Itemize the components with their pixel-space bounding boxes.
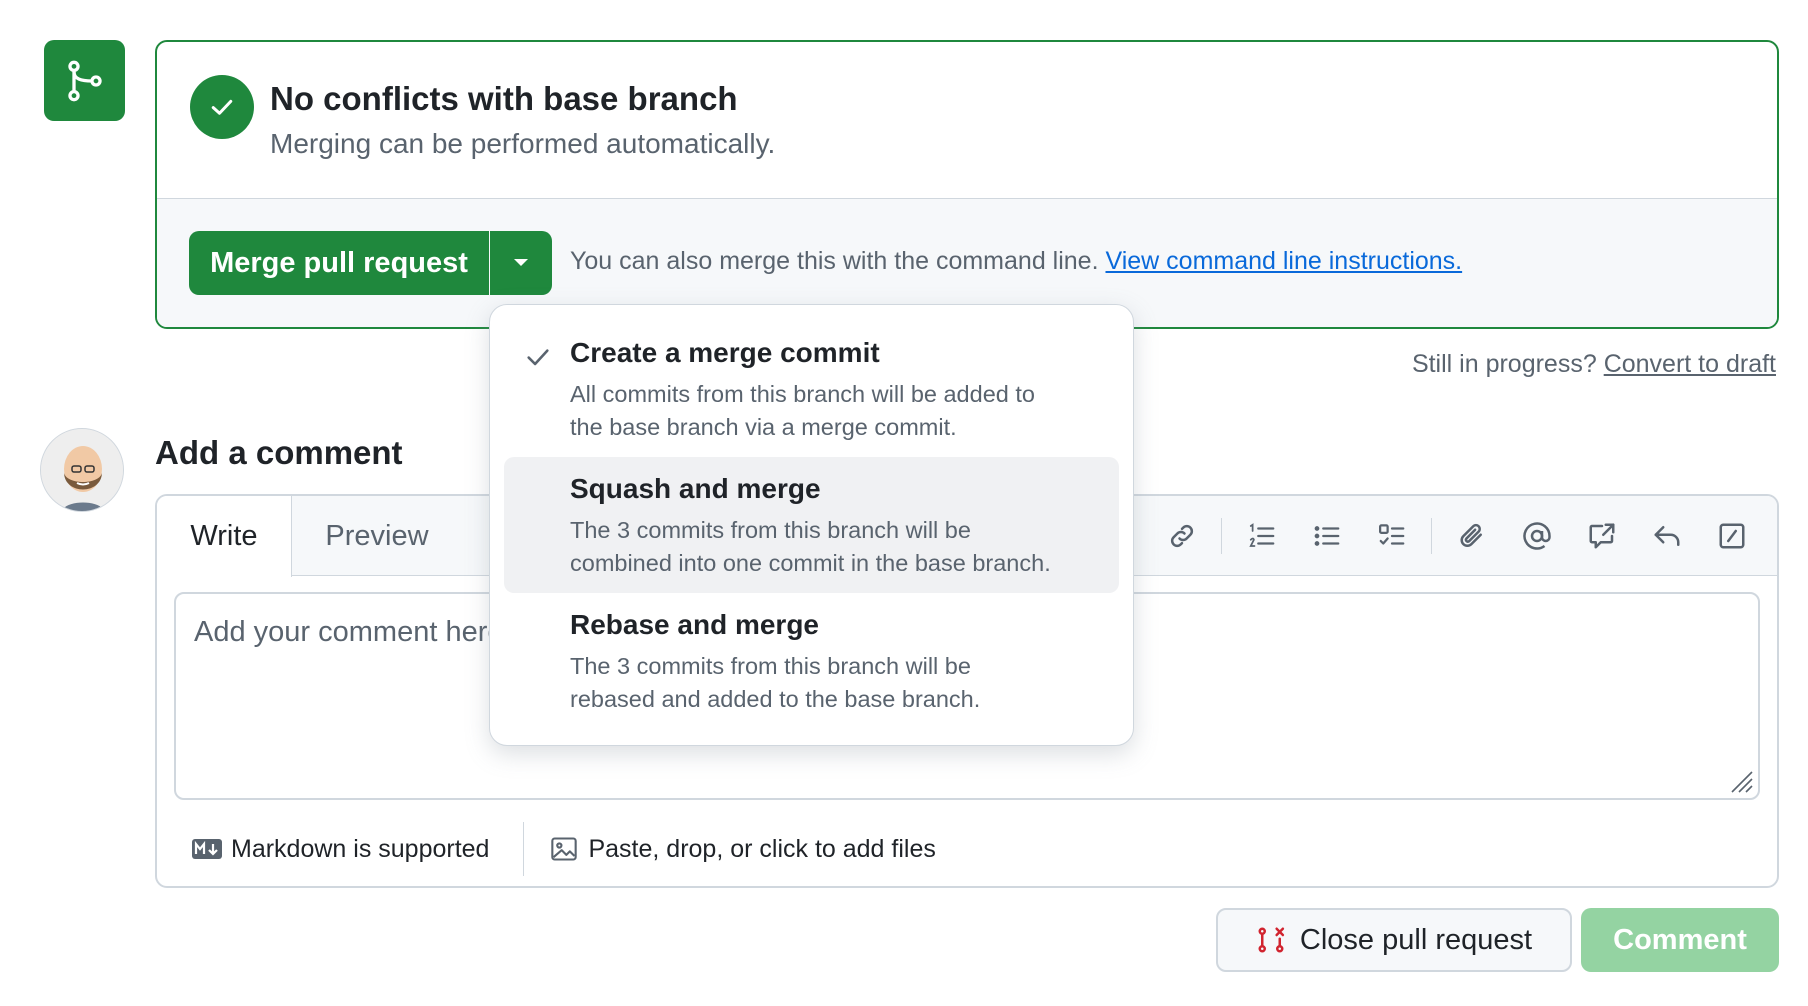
merge-pull-request-button[interactable]: Merge pull request [189, 231, 489, 295]
markdown-toolbar [1142, 512, 1757, 560]
avatar[interactable] [40, 428, 124, 512]
merge-option-title: Squash and merge [570, 473, 821, 504]
merge-method-dropdown-button[interactable] [490, 231, 552, 295]
check-icon [527, 349, 549, 366]
link-icon[interactable] [1157, 512, 1207, 560]
merge-option-description-line: combined into one commit in the base bra… [570, 550, 1051, 576]
command-line-hint-text: You can also merge this with the command… [570, 247, 1106, 275]
markdown-supported-note[interactable]: Markdown is supported [231, 835, 489, 864]
merge-option-description-line: The 3 commits from this branch will be [570, 517, 971, 543]
merge-option-description: The 3 commits from this branch will be c… [570, 514, 1099, 580]
comment-submit-button[interactable]: Comment [1581, 908, 1779, 972]
command-line-instructions-link[interactable]: View command line instructions. [1105, 247, 1462, 275]
cross-reference-icon[interactable] [1577, 512, 1627, 560]
command-line-hint: You can also merge this with the command… [570, 247, 1462, 276]
convert-to-draft-row: Still in progress? Convert to draft [1412, 350, 1776, 379]
close-pull-request-button[interactable]: Close pull request [1216, 908, 1572, 972]
merge-option-title: Create a merge commit [570, 337, 880, 368]
draft-prefix: Still in progress? [1411, 350, 1604, 378]
editor-footer: Markdown is supported Paste, drop, or cl… [191, 822, 936, 876]
slash-command-icon[interactable] [1707, 512, 1757, 560]
git-merge-icon [67, 60, 102, 101]
tab-preview[interactable]: Preview [292, 496, 462, 577]
check-circle-icon [190, 75, 254, 139]
image-icon [551, 837, 578, 861]
resize-handle-icon[interactable] [1728, 768, 1754, 794]
comment-placeholder: Add your comment here... [194, 616, 528, 648]
merge-option-create-merge-commit[interactable]: Create a merge commit All commits from t… [504, 321, 1119, 457]
markdown-icon [192, 839, 222, 859]
attach-icon[interactable] [1447, 512, 1497, 560]
merge-status-box: No conflicts with base branch Merging ca… [155, 40, 1779, 329]
add-files-note[interactable]: Paste, drop, or click to add files [588, 835, 935, 864]
git-pull-request-closed-icon [1258, 927, 1285, 953]
tab-write[interactable]: Write [157, 496, 292, 577]
close-pull-request-label: Close pull request [1299, 923, 1533, 956]
merge-option-description-line: The 3 commits from this branch will be [570, 653, 971, 679]
convert-to-draft-link[interactable]: Convert to draft [1604, 350, 1776, 378]
avatar-image [41, 429, 123, 511]
reply-icon[interactable] [1642, 512, 1692, 560]
merge-option-description: All commits from this branch will be add… [570, 378, 1099, 444]
ordered-list-icon[interactable] [1237, 512, 1287, 560]
merge-status-subtitle: Merging can be performed automatically. [270, 128, 776, 159]
merge-option-description-line: rebased and added to the base branch. [570, 686, 981, 712]
add-comment-heading: Add a comment [155, 434, 403, 471]
git-merge-badge [44, 40, 125, 121]
footer-separator [523, 822, 525, 876]
unordered-list-icon[interactable] [1302, 512, 1352, 560]
merge-option-title: Rebase and merge [570, 609, 819, 640]
toolbar-separator [1221, 518, 1222, 554]
merge-option-description-line: All commits from this branch will be add… [570, 381, 1035, 407]
triangle-down-icon [514, 259, 528, 266]
merge-status-header: No conflicts with base branch Merging ca… [157, 42, 1777, 199]
task-list-icon[interactable] [1367, 512, 1417, 560]
merge-method-menu: Create a merge commit All commits from t… [489, 304, 1134, 746]
merge-option-description: The 3 commits from this branch will be r… [570, 650, 1099, 716]
merge-option-rebase-and-merge[interactable]: Rebase and merge The 3 commits from this… [504, 593, 1119, 729]
mention-icon[interactable] [1512, 512, 1562, 560]
toolbar-separator [1431, 518, 1432, 554]
merge-option-description-line: the base branch via a merge commit. [570, 414, 957, 440]
merge-option-squash-and-merge[interactable]: Squash and merge The 3 commits from this… [504, 457, 1119, 593]
merge-status-title: No conflicts with base branch [270, 80, 738, 117]
